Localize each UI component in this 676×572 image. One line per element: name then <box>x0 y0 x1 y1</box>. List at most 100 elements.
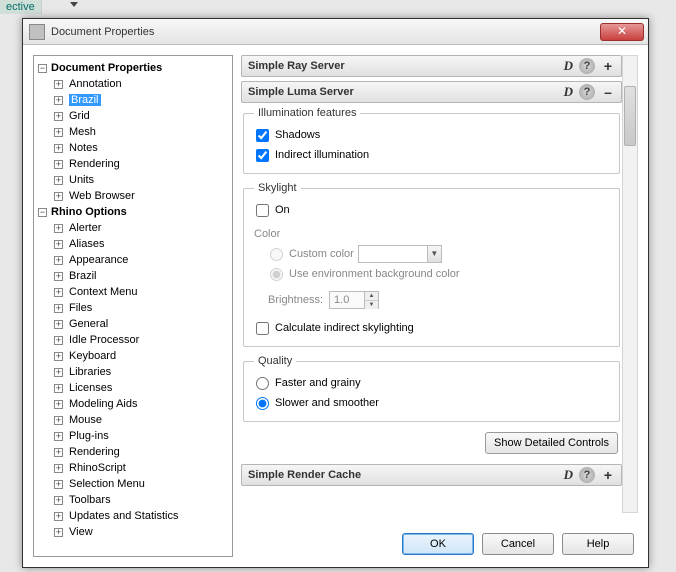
expand-icon[interactable]: + <box>54 336 63 345</box>
bg-menu-item[interactable]: ective <box>0 0 42 14</box>
cancel-button[interactable]: Cancel <box>482 533 554 555</box>
tree-item[interactable]: + Context Menu <box>34 284 232 300</box>
expand-icon[interactable]: + <box>54 512 63 521</box>
tree-item[interactable]: +Plug-ins <box>34 428 232 444</box>
expand-icon[interactable]: + <box>54 320 63 329</box>
help-icon[interactable]: ? <box>579 467 595 483</box>
tree-item[interactable]: +Annotation <box>34 76 232 92</box>
collapse-icon[interactable]: – <box>601 85 615 99</box>
tree-item-label: Context Menu <box>69 286 137 298</box>
expand-icon[interactable]: + <box>54 384 63 393</box>
tree-item[interactable]: +Idle Processor <box>34 332 232 348</box>
tree-item[interactable]: +Updates and Statistics <box>34 508 232 524</box>
default-indicator: D <box>564 84 573 100</box>
help-button[interactable]: Help <box>562 533 634 555</box>
dialog-button-row: OK Cancel Help <box>241 525 638 557</box>
default-indicator: D <box>564 467 573 483</box>
expand-icon[interactable]: + <box>54 272 63 281</box>
tree-item[interactable]: +RhinoScript <box>34 460 232 476</box>
titlebar[interactable]: Document Properties ✕ <box>23 19 648 45</box>
skylight-group: Skylight On Color Custom color ▼ <box>243 182 620 347</box>
expand-icon[interactable]: + <box>54 128 63 137</box>
tree-item[interactable]: +Mouse <box>34 412 232 428</box>
tree-item[interactable]: +Brazil <box>34 268 232 284</box>
tree-item[interactable]: + View <box>34 524 232 540</box>
tree-item-label: General <box>69 318 108 330</box>
expand-icon[interactable]: + <box>54 144 63 153</box>
expand-icon[interactable]: + <box>54 288 63 297</box>
section-simple-luma-server[interactable]: Simple Luma Server D ? – <box>241 81 622 103</box>
expand-icon[interactable]: + <box>54 528 63 537</box>
vertical-scrollbar[interactable] <box>622 55 638 513</box>
expand-icon[interactable]: + <box>54 464 63 473</box>
help-icon[interactable]: ? <box>579 58 595 74</box>
expand-icon[interactable]: + <box>54 176 63 185</box>
expand-icon[interactable]: + <box>54 496 63 505</box>
expand-icon[interactable]: + <box>54 96 63 105</box>
tree-item[interactable]: +Aliases <box>34 236 232 252</box>
faster-grainy-radio[interactable] <box>256 377 269 390</box>
tree-item-label: Toolbars <box>69 494 111 506</box>
tree-item[interactable]: +Libraries <box>34 364 232 380</box>
tree-item[interactable]: +Rendering <box>34 444 232 460</box>
env-color-label: Use environment background color <box>289 268 460 280</box>
collapse-icon[interactable]: − <box>38 64 47 73</box>
expand-icon[interactable]: + <box>54 416 63 425</box>
section-title: Simple Render Cache <box>248 469 564 481</box>
close-button[interactable]: ✕ <box>600 23 644 41</box>
tree-item[interactable]: +Selection Menu <box>34 476 232 492</box>
expand-icon[interactable]: + <box>54 160 63 169</box>
expand-icon[interactable]: + <box>54 240 63 249</box>
section-simple-ray-server[interactable]: Simple Ray Server D ? + <box>241 55 622 77</box>
tree-item-label: Rendering <box>69 158 120 170</box>
expand-icon[interactable]: + <box>54 368 63 377</box>
tree-root-rhino-options[interactable]: − Rhino Options <box>34 204 232 220</box>
tree-item[interactable]: +Alerter <box>34 220 232 236</box>
tree-item[interactable]: +Appearance <box>34 252 232 268</box>
tree-item[interactable]: + Rendering <box>34 156 232 172</box>
collapse-icon[interactable]: − <box>38 208 47 217</box>
scrollbar-thumb[interactable] <box>624 86 636 146</box>
help-icon[interactable]: ? <box>579 84 595 100</box>
expand-icon[interactable]: + <box>54 224 63 233</box>
skylight-on-checkbox[interactable] <box>256 204 269 217</box>
calc-indirect-skylighting-checkbox[interactable] <box>256 322 269 335</box>
show-detailed-controls-button[interactable]: Show Detailed Controls <box>485 432 618 454</box>
default-indicator: D <box>564 58 573 74</box>
expand-icon[interactable]: + <box>54 432 63 441</box>
tree-root-document-properties[interactable]: − Document Properties <box>34 60 232 76</box>
tree-item[interactable]: +Grid <box>34 108 232 124</box>
section-simple-render-cache[interactable]: Simple Render Cache D ? + <box>241 464 622 486</box>
expand-icon[interactable]: + <box>54 256 63 265</box>
bg-menu-dropdown-icon[interactable] <box>70 2 78 7</box>
options-tree[interactable]: − Document Properties +Annotation+Brazil… <box>33 55 233 557</box>
ok-button[interactable]: OK <box>402 533 474 555</box>
slower-smoother-radio[interactable] <box>256 397 269 410</box>
tree-item-label: View <box>69 526 93 538</box>
tree-item[interactable]: + Notes <box>34 140 232 156</box>
tree-item[interactable]: + Toolbars <box>34 492 232 508</box>
expand-icon[interactable]: + <box>54 480 63 489</box>
tree-item[interactable]: +Modeling Aids <box>34 396 232 412</box>
expand-icon[interactable]: + <box>54 304 63 313</box>
quality-group: Quality Faster and grainy Slower and smo… <box>243 355 620 422</box>
expand-icon[interactable]: + <box>54 80 63 89</box>
expand-icon[interactable]: + <box>54 400 63 409</box>
tree-item[interactable]: +Mesh <box>34 124 232 140</box>
tree-item-label: Notes <box>69 142 98 154</box>
indirect-illumination-checkbox[interactable] <box>256 149 269 162</box>
tree-item[interactable]: +Files <box>34 300 232 316</box>
tree-item[interactable]: +Brazil <box>34 92 232 108</box>
tree-item[interactable]: +Keyboard <box>34 348 232 364</box>
tree-item[interactable]: +Licenses <box>34 380 232 396</box>
expand-icon[interactable]: + <box>54 448 63 457</box>
tree-item[interactable]: +Units <box>34 172 232 188</box>
expand-icon[interactable]: + <box>601 59 615 73</box>
expand-icon[interactable]: + <box>54 352 63 361</box>
tree-item[interactable]: +Web Browser <box>34 188 232 204</box>
tree-item[interactable]: + General <box>34 316 232 332</box>
expand-icon[interactable]: + <box>54 112 63 121</box>
expand-icon[interactable]: + <box>54 192 63 201</box>
expand-icon[interactable]: + <box>601 468 615 482</box>
shadows-checkbox[interactable] <box>256 129 269 142</box>
